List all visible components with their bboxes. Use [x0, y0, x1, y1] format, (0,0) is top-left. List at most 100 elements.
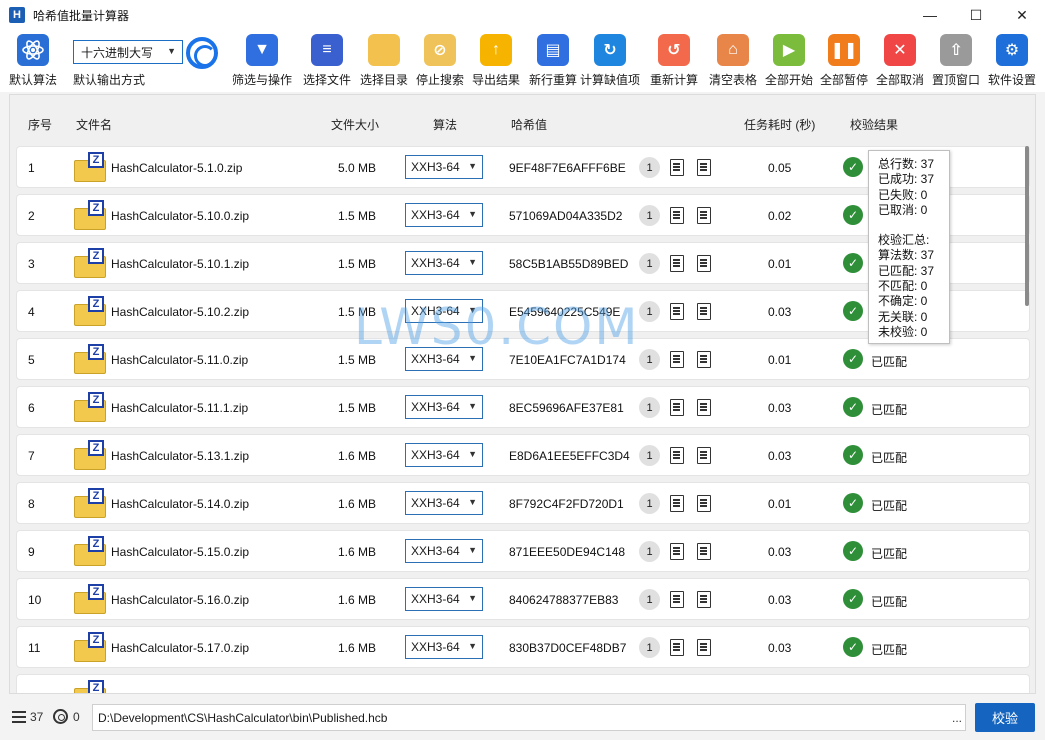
row-index: 9: [28, 545, 35, 559]
toolbar-button-label: 选择文件: [302, 73, 351, 87]
hash-count-badge[interactable]: 1: [639, 157, 660, 178]
row-filename: HashCalculator-5.16.0.zip: [111, 593, 250, 607]
toolbar-button-filter[interactable]: ▼ 筛选与操作: [232, 34, 292, 88]
row-algorithm-select[interactable]: XXH3-64 ▼: [405, 587, 483, 611]
toolbar-button-recalc[interactable]: ↺ 重新计算: [645, 34, 703, 88]
hash-count-badge[interactable]: 1: [639, 541, 660, 562]
row-algorithm-select[interactable]: XXH3-64 ▼: [405, 395, 483, 419]
vertical-scrollbar[interactable]: [1025, 146, 1029, 306]
row-duration: 0.03: [768, 545, 792, 559]
details-icon[interactable]: [697, 207, 711, 224]
copy-hash-icon[interactable]: [670, 159, 684, 176]
hash-count-badge[interactable]: 1: [639, 445, 660, 466]
refresh-output-icon[interactable]: [186, 37, 218, 69]
header-duration[interactable]: 任务耗时 (秒): [744, 116, 815, 133]
row-algorithm-select[interactable]: XXH3-64 ▼: [405, 635, 483, 659]
browse-button[interactable]: ...: [943, 704, 971, 731]
toolbar-button-stop[interactable]: ⊘ 停止搜索: [411, 34, 469, 88]
copy-hash-icon[interactable]: [670, 351, 684, 368]
copy-hash-icon[interactable]: [670, 543, 684, 560]
hash-count-badge[interactable]: 1: [639, 493, 660, 514]
row-algorithm-select[interactable]: XXH3-64 ▼: [405, 539, 483, 563]
header-algorithm[interactable]: 算法: [433, 116, 457, 133]
copy-hash-icon[interactable]: [670, 303, 684, 320]
header-hash[interactable]: 哈希值: [511, 116, 547, 133]
row-algorithm-select[interactable]: XXH3-64 ▼: [405, 443, 483, 467]
copy-hash-icon[interactable]: [670, 639, 684, 656]
hash-count-badge[interactable]: 1: [639, 253, 660, 274]
header-size[interactable]: 文件大小: [331, 116, 379, 133]
table-row[interactable]: 10 Z HashCalculator-5.16.0.zip 1.6 MB XXH3-6…: [16, 578, 1030, 620]
zip-file-icon: Z: [74, 680, 106, 693]
row-size: 1.5 MB: [338, 401, 377, 415]
check-icon: ✓: [843, 541, 863, 561]
row-algorithm-select[interactable]: XXH3-64 ▼: [405, 491, 483, 515]
toolbar-button-pause[interactable]: ❚❚ 全部暂停: [815, 34, 873, 88]
header-index[interactable]: 序号: [28, 116, 52, 133]
row-algorithm-select[interactable]: XXH3-64 ▼: [405, 203, 483, 227]
copy-hash-icon[interactable]: [670, 255, 684, 272]
toolbar-button-label: 新行重算: [528, 73, 577, 87]
copy-hash-icon[interactable]: [670, 207, 684, 224]
row-index: 7: [28, 449, 35, 463]
close-button[interactable]: ✕: [999, 0, 1045, 30]
table-row[interactable]: 7 Z HashCalculator-5.13.1.zip 1.6 MB XXH3-64…: [16, 434, 1030, 476]
verify-button[interactable]: 校验: [975, 703, 1035, 732]
default-algorithm-button[interactable]: 默认算法: [4, 34, 62, 88]
toolbar-button-refresh[interactable]: ↻ 计算缺值项: [580, 34, 640, 88]
table-row[interactable]: 9 Z HashCalculator-5.15.0.zip 1.6 MB XXH3-64…: [16, 530, 1030, 572]
hash-file-path-input[interactable]: D:\Development\CS\HashCalculator\bin\Pub…: [92, 704, 966, 731]
hash-count-badge[interactable]: 1: [639, 205, 660, 226]
recalc-icon: ↺: [658, 34, 690, 66]
toolbar-button-label: 置顶窗口: [931, 73, 980, 87]
details-icon[interactable]: [697, 303, 711, 320]
copy-hash-icon[interactable]: [670, 399, 684, 416]
zip-file-icon: Z: [74, 632, 106, 662]
toolbar-button-cancel[interactable]: ✕ 全部取消: [871, 34, 929, 88]
details-icon[interactable]: [697, 447, 711, 464]
copy-hash-icon[interactable]: [670, 447, 684, 464]
toolbar-button-folder[interactable]: 选择目录: [355, 34, 413, 88]
hash-count-badge[interactable]: 1: [639, 637, 660, 658]
details-icon[interactable]: [697, 543, 711, 560]
details-icon[interactable]: [697, 495, 711, 512]
maximize-button[interactable]: ☐: [953, 0, 999, 30]
details-icon[interactable]: [697, 351, 711, 368]
hash-count-badge[interactable]: 1: [639, 301, 660, 322]
header-filename[interactable]: 文件名: [76, 116, 112, 133]
toolbar-button-export[interactable]: ↑ 导出结果: [467, 34, 525, 88]
row-index: 2: [28, 209, 35, 223]
toolbar-button-new-row[interactable]: ▤ 新行重算: [524, 34, 582, 88]
toolbar-button-label: 全部取消: [875, 73, 924, 87]
row-algorithm-select[interactable]: XXH3-64 ▼: [405, 251, 483, 275]
details-icon[interactable]: [697, 399, 711, 416]
details-icon[interactable]: [697, 591, 711, 608]
hash-count-badge[interactable]: 1: [639, 589, 660, 610]
table-row-partial[interactable]: Z: [16, 674, 1030, 693]
details-icon[interactable]: [697, 255, 711, 272]
hash-count-badge[interactable]: 1: [639, 397, 660, 418]
table-row[interactable]: 8 Z HashCalculator-5.14.0.zip 1.6 MB XXH3-64…: [16, 482, 1030, 524]
output-mode-select[interactable]: 十六进制大写 ▼: [73, 40, 183, 64]
row-size: 1.6 MB: [338, 593, 377, 607]
row-duration: 0.01: [768, 353, 792, 367]
copy-hash-icon[interactable]: [670, 495, 684, 512]
toolbar-button-file-list[interactable]: ≡ 选择文件: [298, 34, 356, 88]
details-icon[interactable]: [697, 639, 711, 656]
toolbar-button-play[interactable]: ▶ 全部开始: [760, 34, 818, 88]
toolbar-button-pin-top[interactable]: ⇧ 置顶窗口: [927, 34, 985, 88]
header-verify[interactable]: 校验结果: [850, 116, 898, 133]
hash-count-badge[interactable]: 1: [639, 349, 660, 370]
default-algorithm-label: 默认算法: [8, 73, 57, 87]
table-row[interactable]: 6 Z HashCalculator-5.11.1.zip 1.5 MB XXH3-64…: [16, 386, 1030, 428]
minimize-button[interactable]: —: [907, 0, 953, 30]
copy-hash-icon[interactable]: [670, 591, 684, 608]
file-list-icon: ≡: [311, 34, 343, 66]
table-row[interactable]: 11 Z HashCalculator-5.17.0.zip 1.6 MB XXH3-6…: [16, 626, 1030, 668]
status-bar: 37 0 D:\Development\CS\HashCalculator\bi…: [0, 697, 1045, 740]
row-algorithm-select[interactable]: XXH3-64 ▼: [405, 155, 483, 179]
toolbar-button-basket[interactable]: ⌂ 清空表格: [704, 34, 762, 88]
zip-file-icon: Z: [74, 200, 106, 230]
toolbar-button-gear[interactable]: ⚙ 软件设置: [983, 34, 1041, 88]
details-icon[interactable]: [697, 159, 711, 176]
